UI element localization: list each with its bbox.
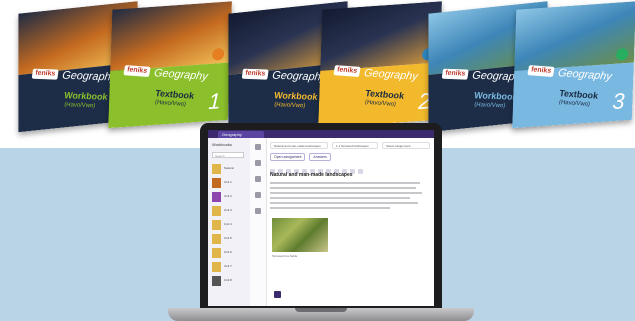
add-button[interactable] bbox=[274, 291, 281, 298]
item-thumbnail bbox=[212, 178, 221, 188]
sidebar-item[interactable]: Natural bbox=[212, 164, 246, 175]
sidebar-item-label: Unit 3 bbox=[224, 208, 232, 212]
sidebar-title: Workbooks bbox=[212, 142, 232, 147]
sidebar-item-label: Unit 8 bbox=[224, 278, 232, 282]
document-title: Natural and man-made landscapes bbox=[270, 172, 353, 178]
item-thumbnail bbox=[212, 164, 221, 174]
laptop-notch bbox=[295, 308, 347, 312]
sidebar-item-label: Unit 7 bbox=[224, 264, 232, 268]
sidebar-item[interactable]: Unit 4 bbox=[212, 220, 246, 231]
text-line bbox=[270, 182, 420, 184]
tab-open-assignment[interactable]: Open assignment bbox=[270, 153, 306, 161]
format-toolbar bbox=[270, 161, 430, 174]
search-input[interactable]: Search bbox=[212, 152, 244, 158]
pen-icon[interactable] bbox=[255, 176, 261, 182]
brand-logo: feniks bbox=[333, 65, 361, 77]
breadcrumb-item[interactable]: Natural and man-made landscapes bbox=[270, 142, 328, 149]
sidebar-item[interactable]: Unit 8 bbox=[212, 276, 246, 287]
home-icon[interactable] bbox=[255, 144, 261, 150]
bookmark-icon[interactable] bbox=[255, 160, 261, 166]
cover-number: 1 bbox=[207, 88, 221, 115]
breadcrumb: Natural and man-made landscapes 1.1 Terr… bbox=[270, 142, 430, 150]
laptop: Geography Workbooks Search Natural Unit … bbox=[200, 123, 442, 308]
grid-icon[interactable] bbox=[255, 192, 261, 198]
book-cover: feniks Geography Textbook (Havo/Vwo) 2 bbox=[318, 1, 442, 129]
sidebar-item[interactable]: Unit 1 bbox=[212, 178, 246, 189]
sidebar-item[interactable]: Unit 3 bbox=[212, 206, 246, 217]
cover-photo bbox=[514, 1, 635, 72]
cover-subtitle: (Havo/Vwo) bbox=[473, 102, 506, 110]
book-cover: feniks Geography Textbook (Havo/Vwo) 1 bbox=[108, 1, 232, 129]
sidebar-item-label: Unit 1 bbox=[224, 180, 232, 184]
item-thumbnail bbox=[212, 220, 221, 230]
cover-subtitle: (Havo/Vwo) bbox=[273, 102, 306, 110]
text-line bbox=[270, 187, 416, 189]
text-line bbox=[270, 202, 418, 204]
sidebar-item-label: Unit 5 bbox=[224, 236, 232, 240]
more-icon[interactable] bbox=[358, 169, 363, 174]
cover-subtitle: (Havo/Vwo) bbox=[63, 102, 96, 110]
cover-photo bbox=[110, 1, 232, 72]
item-thumbnail bbox=[212, 192, 221, 202]
cover-type: Workbook bbox=[473, 90, 519, 102]
sidebar-item-label: Unit 6 bbox=[224, 250, 232, 254]
book-cover: feniks Geography Textbook (Havo/Vwo) 3 bbox=[512, 1, 635, 129]
sidebar-item[interactable]: Unit 7 bbox=[212, 262, 246, 273]
item-thumbnail bbox=[212, 206, 221, 216]
content-tabs: Open assignment Answers bbox=[270, 153, 334, 161]
cover-title: Geography bbox=[271, 69, 327, 84]
text-line bbox=[270, 197, 410, 199]
sidebar: Workbooks Search Natural Unit 1 Unit 2 U… bbox=[208, 138, 251, 306]
browser-tabbar: Geography bbox=[208, 130, 434, 138]
cover-photo bbox=[320, 1, 442, 72]
cover-number: 3 bbox=[611, 88, 625, 115]
main-content: Natural and man-made landscapes 1.1 Terr… bbox=[268, 138, 434, 306]
sidebar-item[interactable]: Unit 5 bbox=[212, 234, 246, 245]
item-thumbnail bbox=[212, 248, 221, 258]
text-line bbox=[270, 207, 390, 209]
sidebar-item[interactable]: Unit 2 bbox=[212, 192, 246, 203]
tab-answers[interactable]: Answers bbox=[309, 153, 331, 161]
cover-title: Geography bbox=[61, 69, 117, 84]
photo-caption: Terraced rice fields bbox=[272, 254, 298, 258]
brand-logo: feniks bbox=[31, 68, 59, 80]
laptop-screen: Geography Workbooks Search Natural Unit … bbox=[208, 130, 434, 306]
brand-logo: feniks bbox=[527, 65, 555, 77]
item-thumbnail bbox=[212, 262, 221, 272]
sidebar-item-label: Unit 4 bbox=[224, 222, 232, 226]
sidebar-item-label: Natural bbox=[224, 166, 234, 170]
cover-type: Workbook bbox=[63, 90, 109, 102]
brand-logo: feniks bbox=[241, 68, 269, 80]
landscape-photo bbox=[272, 218, 328, 252]
item-thumbnail bbox=[212, 234, 221, 244]
text-line bbox=[270, 192, 422, 194]
sidebar-item[interactable]: Unit 6 bbox=[212, 248, 246, 259]
cover-type: Workbook bbox=[273, 90, 319, 102]
breadcrumb-item[interactable]: 1.1 Terraced landscapes bbox=[332, 142, 378, 149]
item-thumbnail bbox=[212, 276, 221, 286]
brand-logo: feniks bbox=[123, 65, 151, 77]
assignment-select[interactable]: Select assignment bbox=[382, 142, 430, 149]
tool-strip bbox=[250, 138, 267, 306]
settings-icon[interactable] bbox=[255, 208, 261, 214]
brand-logo: feniks bbox=[441, 68, 469, 80]
browser-tab[interactable]: Geography bbox=[218, 131, 264, 138]
sidebar-item-label: Unit 2 bbox=[224, 194, 232, 198]
